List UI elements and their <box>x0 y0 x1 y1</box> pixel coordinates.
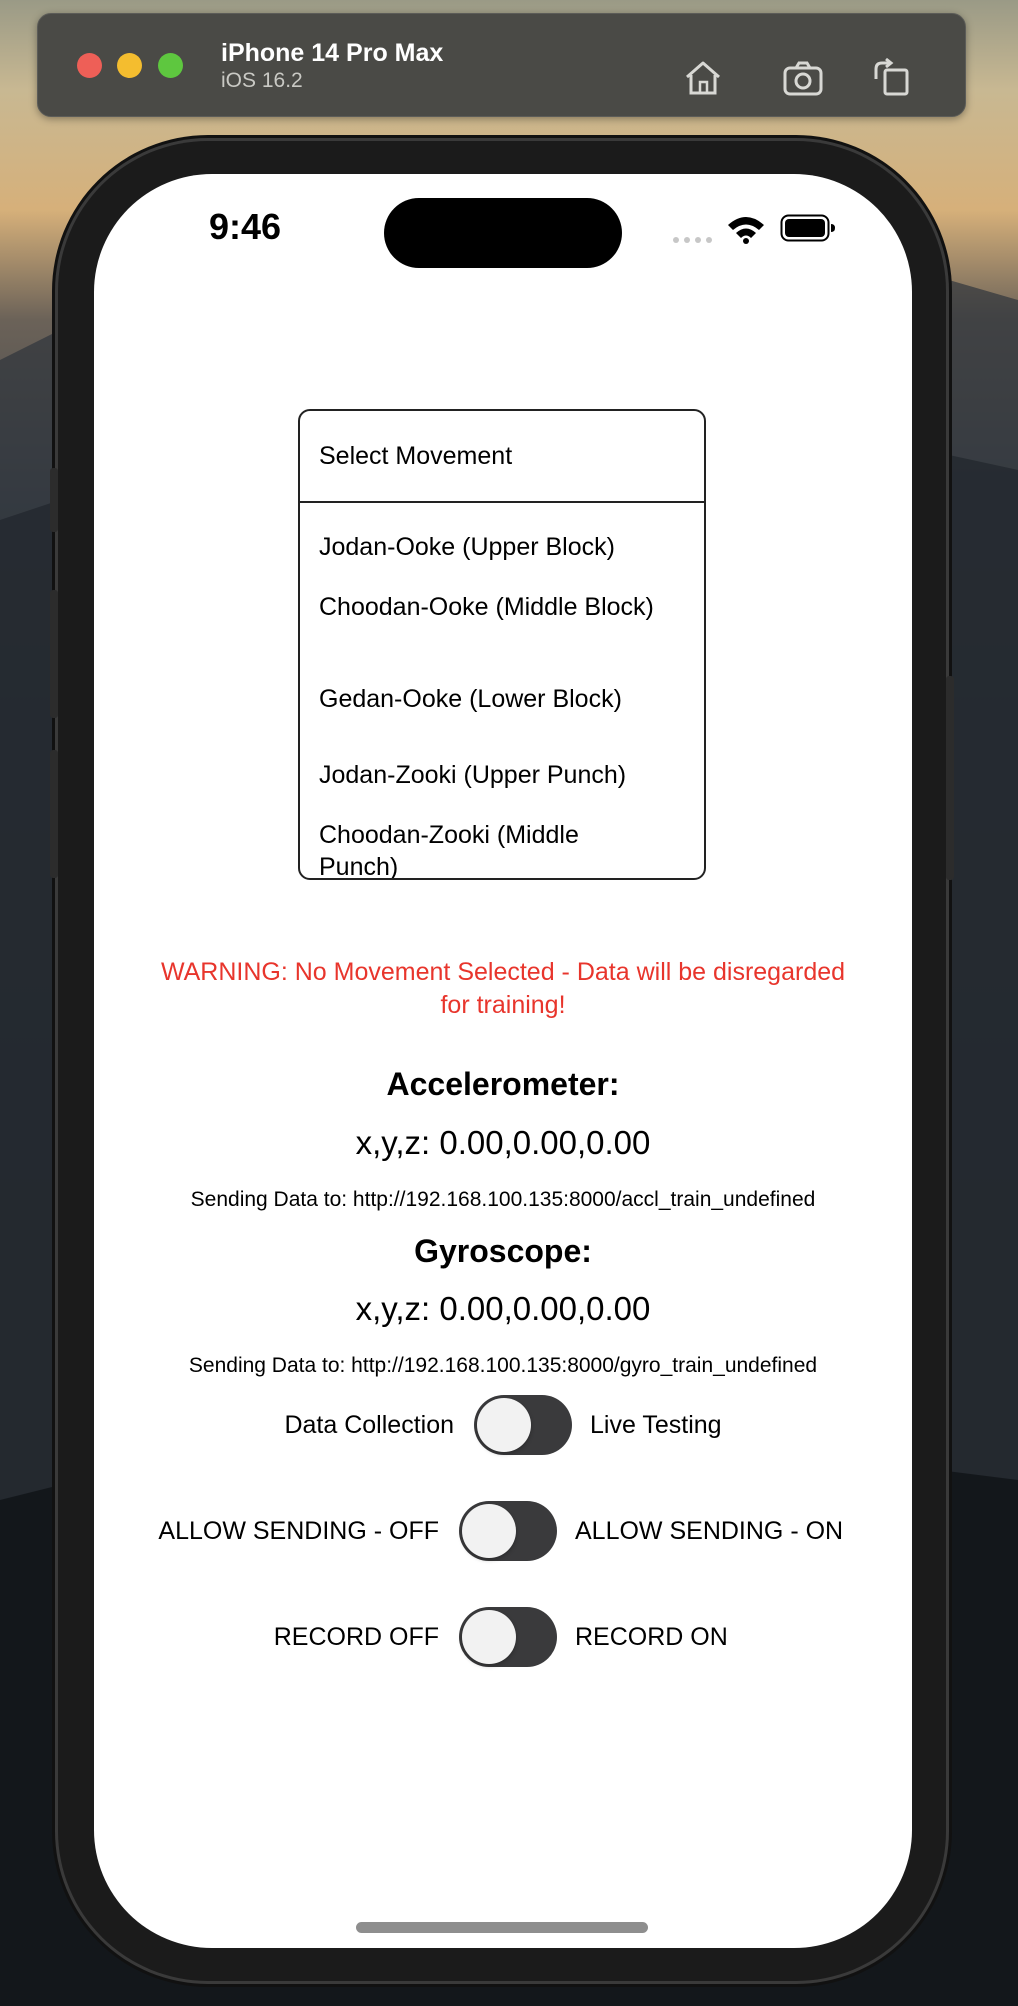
accelerometer-reading: x,y,z: 0.00,0.00,0.00 <box>355 1124 651 1161</box>
volume-up-button <box>50 590 58 718</box>
sending-right-label: ALLOW SENDING - ON <box>575 1517 844 1545</box>
home-indicator[interactable] <box>356 1922 648 1933</box>
gyroscope-url: Sending Data to: http://192.168.100.135:… <box>188 1354 818 1377</box>
accelerometer-title: Accelerometer: <box>386 1066 620 1102</box>
minimize-window-button[interactable] <box>117 53 142 78</box>
picker-option[interactable]: Gedan-Ooke (Lower Block) <box>319 683 659 715</box>
status-time: 9:46 <box>209 206 282 247</box>
sending-toggle-row: ALLOW SENDING - OFF ALLOW SENDING - ON <box>94 1501 912 1561</box>
mode-left-label: Data Collection <box>284 1411 454 1439</box>
sending-toggle[interactable] <box>459 1501 557 1561</box>
device-name: iPhone 14 Pro Max <box>221 39 444 67</box>
gyroscope-title: Gyroscope: <box>414 1233 592 1269</box>
sending-left-label: ALLOW SENDING - OFF <box>158 1517 439 1545</box>
record-toggle[interactable] <box>459 1607 557 1667</box>
movement-picker[interactable]: Select Movement Jodan-Ooke (Upper Block)… <box>298 409 706 880</box>
zoom-window-button[interactable] <box>158 53 183 78</box>
mode-toggle-row: Data Collection Live Testing <box>94 1395 912 1455</box>
gyroscope-reading: x,y,z: 0.00,0.00,0.00 <box>355 1290 651 1327</box>
dynamic-island <box>384 198 622 268</box>
home-icon[interactable] <box>681 57 725 99</box>
picker-option[interactable]: Choodan-Zooki (Middle Punch) <box>319 819 659 878</box>
volume-down-button <box>50 750 58 878</box>
mode-right-label: Live Testing <box>590 1411 722 1439</box>
battery-icon <box>780 214 835 242</box>
accelerometer-url: Sending Data to: http://192.168.100.135:… <box>190 1188 816 1211</box>
record-left-label: RECORD OFF <box>273 1623 439 1651</box>
warning-message: WARNING: No Movement Selected - Data wil… <box>160 958 846 1019</box>
record-right-label: RECORD ON <box>575 1623 728 1651</box>
rotate-icon[interactable] <box>870 57 914 99</box>
phone-screen: 9:46 Select Movement Jodan-Ooke (Upper B… <box>94 174 912 1948</box>
toggle-knob <box>462 1504 516 1558</box>
os-version: iOS 16.2 <box>221 69 303 92</box>
wifi-icon <box>728 217 764 244</box>
signal-dots-icon <box>673 237 712 243</box>
record-toggle-row: RECORD OFF RECORD ON <box>94 1607 912 1667</box>
mute-switch <box>50 468 58 532</box>
simulator-title-bar: iPhone 14 Pro Max iOS 16.2 <box>37 13 966 117</box>
toggle-knob <box>477 1398 531 1452</box>
power-button <box>946 676 954 880</box>
screenshot-icon[interactable] <box>781 57 825 99</box>
mode-toggle[interactable] <box>474 1395 572 1455</box>
toggle-knob <box>462 1610 516 1664</box>
close-window-button[interactable] <box>77 53 102 78</box>
picker-option[interactable]: Jodan-Ooke (Upper Block) <box>319 531 659 563</box>
picker-option[interactable]: Choodan-Ooke (Middle Block) <box>319 591 659 623</box>
picker-header: Select Movement <box>300 411 704 503</box>
picker-option[interactable]: Jodan-Zooki (Upper Punch) <box>319 759 659 791</box>
